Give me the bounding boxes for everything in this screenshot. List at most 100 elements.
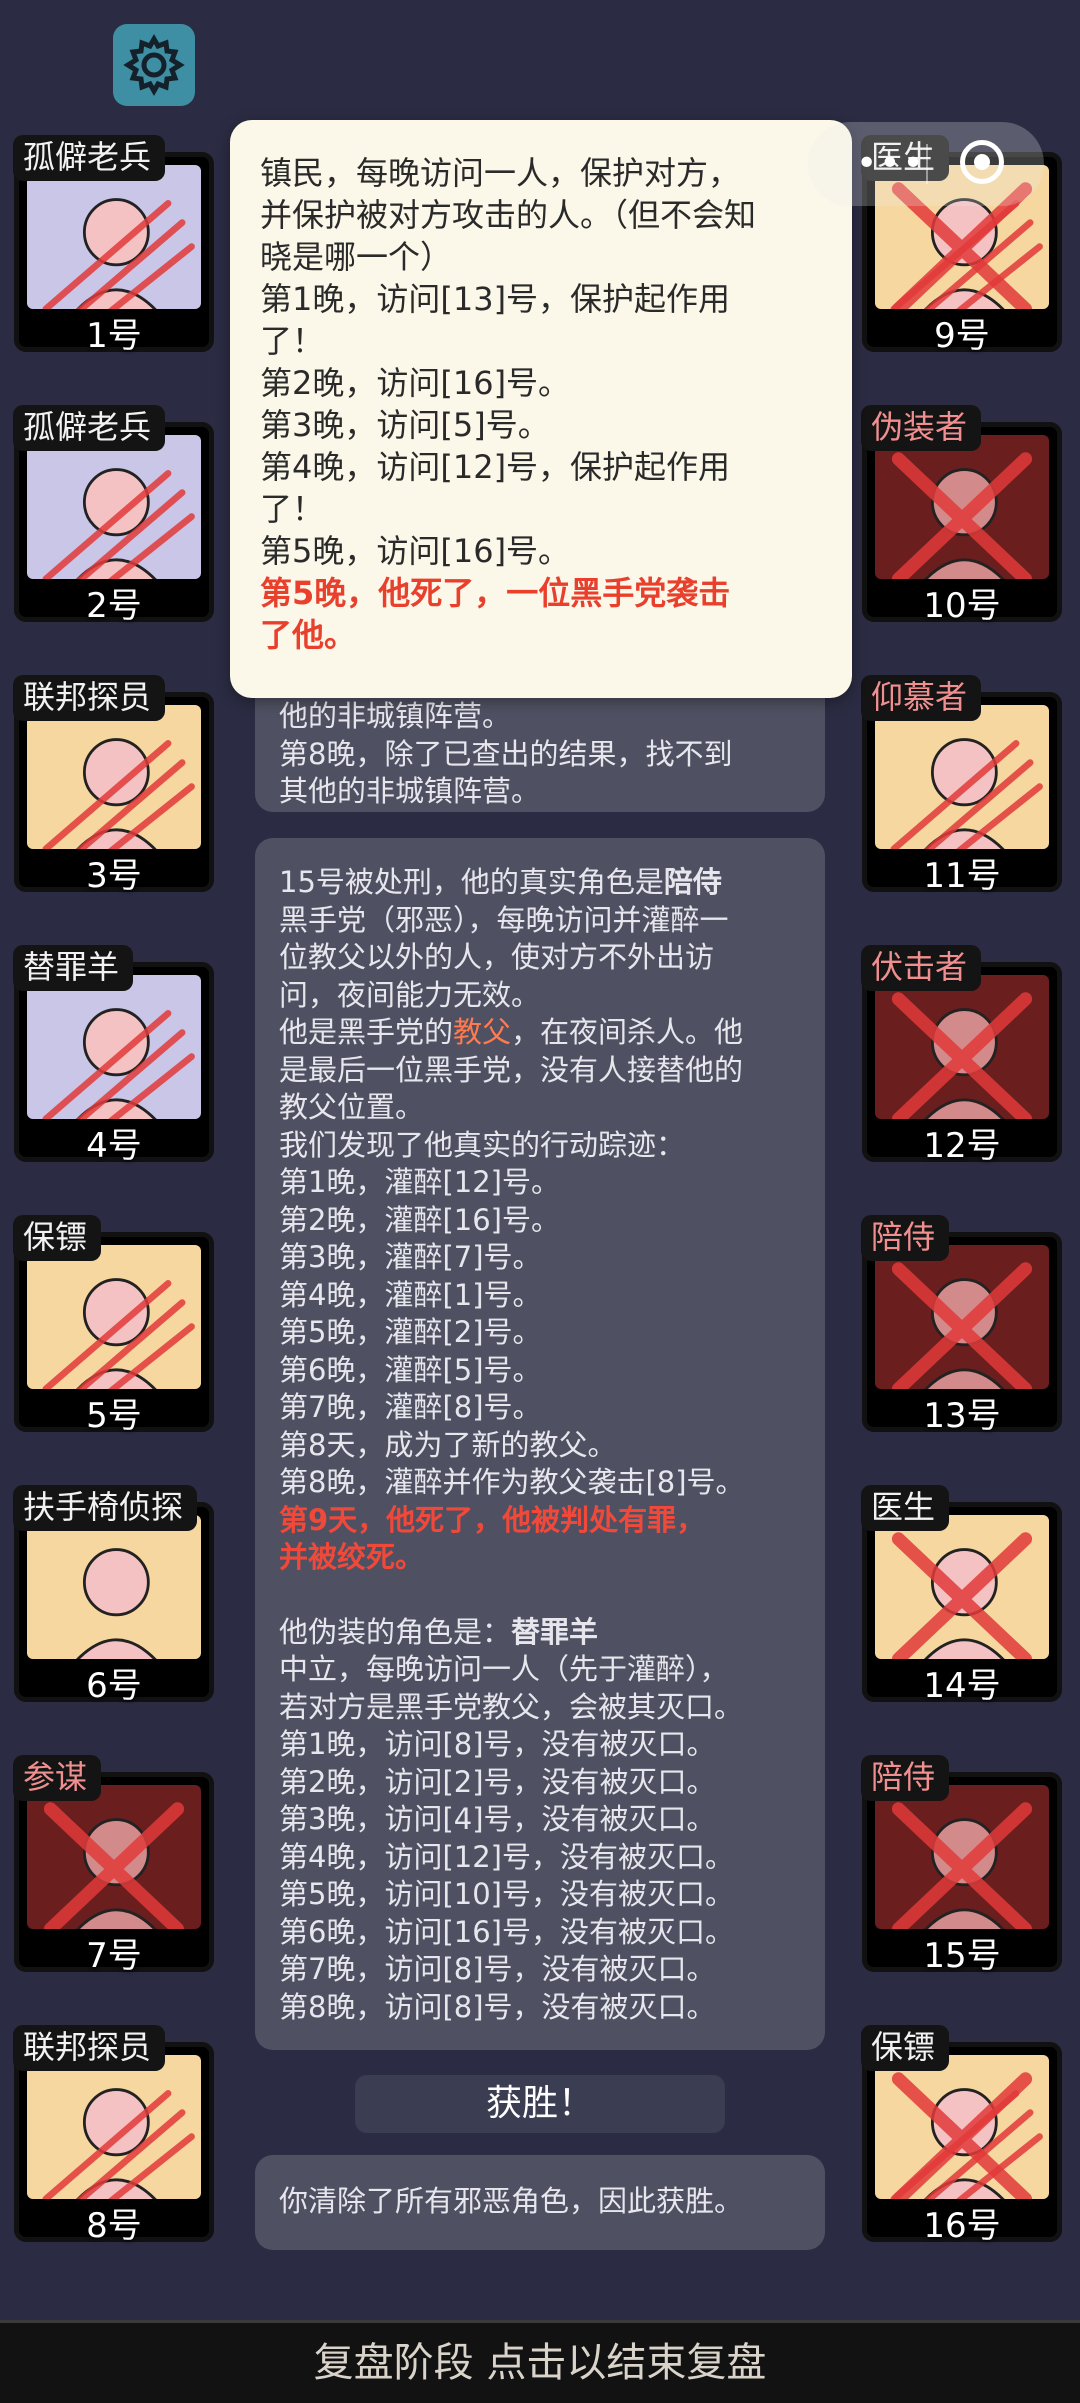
escort-icon	[875, 1245, 1049, 1389]
log-text: 他伪装的角色是：	[279, 1614, 512, 1649]
log-line: 是最后一位黑手党，没有人接替他的	[279, 1052, 744, 1087]
log-death-line: 并被绞死。	[279, 1540, 425, 1574]
close-target-icon[interactable]	[960, 140, 1004, 184]
armchair-icon	[27, 1515, 201, 1659]
role-label: 仰慕者	[861, 675, 982, 721]
role-name: 替罪羊	[511, 1614, 599, 1649]
more-menu-icon[interactable]: •••	[856, 146, 926, 182]
log-line: 我们发现了他真实的行动踪迹：	[279, 1127, 686, 1162]
player-card-right-6[interactable]: 医生 14号	[861, 1485, 1062, 1706]
role-label: 联邦探员	[13, 2025, 166, 2071]
tooltip-line: 第3晚，访问[5]号。	[260, 406, 550, 444]
fbi-badge-icon	[27, 705, 201, 849]
log-line: 第8晚，灌醉并作为教父袭击[8]号。	[279, 1465, 745, 1499]
log-line: 第7晚，灌醉[8]号。	[279, 1390, 542, 1424]
log-line: 第5晚，灌醉[2]号。	[279, 1315, 542, 1349]
log-spacer	[279, 1577, 801, 1614]
log-line: 第3晚，访问[4]号，没有被灭口。	[279, 1802, 716, 1836]
player-card-left-6[interactable]: 扶手椅侦探 6号	[13, 1485, 214, 1706]
admirer-icon	[875, 705, 1049, 849]
log-line: 第8晚，访问[8]号，没有被灭口。	[279, 1989, 716, 2024]
tooltip-line: 第4晚，访问[12]号，保护起作用	[260, 448, 731, 486]
bodyguard-icon	[27, 1245, 201, 1389]
log-line: 第3晚，灌醉[7]号。	[279, 1240, 542, 1274]
tooltip-death-line: 第5晚，他死了，一位黑手党袭击	[260, 574, 731, 612]
ambusher-icon	[875, 975, 1049, 1119]
player-number: 1号	[86, 316, 142, 356]
player-card-right-8[interactable]: 保镖 16号	[861, 2025, 1062, 2246]
log-text: 15号被处刑，他的真实角色是	[279, 865, 664, 899]
role-label: 伏击者	[861, 945, 982, 991]
player-card-left-8[interactable]: 联邦探员 8号	[13, 2025, 214, 2246]
bodyguard-icon	[875, 2055, 1049, 2199]
log-line: 其他的非城镇阵营。	[279, 774, 541, 808]
log-line: 问，夜间能力无效。	[279, 977, 541, 1012]
miniprogram-capsule: •••	[808, 122, 1044, 206]
victory-message-panel: 你清除了所有邪恶角色，因此获胜。	[255, 2155, 825, 2250]
tooltip-line: 第5晚，访问[16]号。	[260, 532, 571, 570]
player-number: 7号	[86, 1936, 142, 1976]
role-label: 扶手椅侦探	[13, 1485, 198, 1531]
tooltip-death-line: 了他。	[260, 616, 357, 654]
tooltip-line: 了！	[260, 322, 325, 360]
player-number: 5号	[86, 1396, 142, 1436]
role-name: 陪侍	[663, 865, 722, 899]
log-line: 第8晚，除了已查出的结果，找不到	[279, 736, 733, 771]
player-card-left-5[interactable]: 保镖 5号	[13, 1215, 214, 1436]
player-card-left-3[interactable]: 联邦探员 3号	[13, 675, 214, 896]
settings-button[interactable]	[113, 24, 195, 106]
log-line: 中立，每晚访问一人（先于灌醉），	[279, 1652, 729, 1686]
player-number: 15号	[923, 1936, 1001, 1976]
player-card-right-7[interactable]: 陪侍 15号	[861, 1755, 1062, 1976]
player-number: 16号	[923, 2206, 1001, 2246]
role-label: 陪侍	[861, 1215, 950, 1261]
log-line: 第4晚，灌醉[1]号。	[279, 1277, 542, 1312]
role-label: 保镖	[861, 2025, 950, 2071]
player-card-left-7[interactable]: 参谋 7号	[13, 1755, 214, 1976]
gear-icon	[123, 33, 185, 97]
role-label: 孤僻老兵	[13, 405, 166, 451]
log-line: 教父位置。	[279, 1090, 425, 1124]
log-line: 第6晚，访问[16]号，没有被灭口。	[279, 1914, 734, 1949]
log-panel-execution: 15号被处刑，他的真实角色是陪侍 黑手党（邪恶），每晚访问并灌醉一 位教父以外的…	[255, 838, 825, 2050]
player-number: 10号	[923, 586, 1001, 626]
player-card-right-2[interactable]: 伪装者 10号	[861, 405, 1062, 626]
log-line: 第8天，成为了新的教父。	[279, 1427, 617, 1462]
player-number: 3号	[86, 856, 142, 896]
player-card-right-4[interactable]: 伏击者 12号	[861, 945, 1062, 1166]
log-line: 第2晚，访问[2]号，没有被灭口。	[279, 1764, 716, 1799]
player-card-left-4[interactable]: 替罪羊 4号	[13, 945, 214, 1166]
log-line: 15号被处刑，他的真实角色是陪侍	[279, 864, 801, 902]
player-number: 4号	[86, 1126, 142, 1166]
player-card-right-5[interactable]: 陪侍 13号	[861, 1215, 1062, 1436]
tooltip-line: 第2晚，访问[16]号。	[260, 364, 571, 402]
role-label: 医生	[861, 1485, 950, 1531]
log-line: 第1晚，灌醉[12]号。	[279, 1165, 560, 1199]
victory-message: 你清除了所有邪恶角色，因此获胜。	[279, 2184, 744, 2218]
log-line: 第1晚，访问[8]号，没有被灭口。	[279, 1727, 716, 1761]
player-number: 14号	[923, 1666, 1001, 1706]
player-card-left-1[interactable]: 孤僻老兵 1号	[13, 135, 214, 356]
role-label: 陪侍	[861, 1755, 950, 1801]
log-line: 他伪装的角色是：替罪羊	[279, 1614, 801, 1652]
role-label: 联邦探员	[13, 675, 166, 721]
player-number: 12号	[923, 1126, 1001, 1166]
role-tooltip[interactable]: 镇民，每晚访问一人，保护对方， 并保护被对方攻击的人。（但不会知 晓是哪一个） …	[230, 120, 852, 698]
end-review-button[interactable]: 复盘阶段 点击以结束复盘	[0, 2320, 1080, 2403]
role-label: 替罪羊	[13, 945, 134, 991]
log-line: 若对方是黑手党教父，会被其灭口。	[279, 1689, 744, 1724]
veteran-icon	[27, 165, 201, 309]
log-line: 第5晚，访问[10]号，没有被灭口。	[279, 1877, 734, 1911]
tooltip-line: 并保护被对方攻击的人。（但不会知	[260, 196, 757, 234]
log-line: 第4晚，访问[12]号，没有被灭口。	[279, 1839, 734, 1874]
log-line: 他是黑手党的教父，在夜间杀人。他	[279, 1014, 801, 1052]
player-card-right-3[interactable]: 仰慕者 11号	[861, 675, 1062, 896]
victory-banner: 获胜！	[355, 2075, 725, 2133]
player-card-left-2[interactable]: 孤僻老兵 2号	[13, 405, 214, 626]
tooltip-line: 晓是哪一个）	[260, 238, 453, 276]
doctor-icon	[875, 1515, 1049, 1659]
log-text: 他是黑手党的	[279, 1015, 454, 1049]
player-number: 9号	[934, 316, 990, 356]
fbi-badge-icon	[27, 2055, 201, 2199]
escort-icon	[875, 1785, 1049, 1929]
